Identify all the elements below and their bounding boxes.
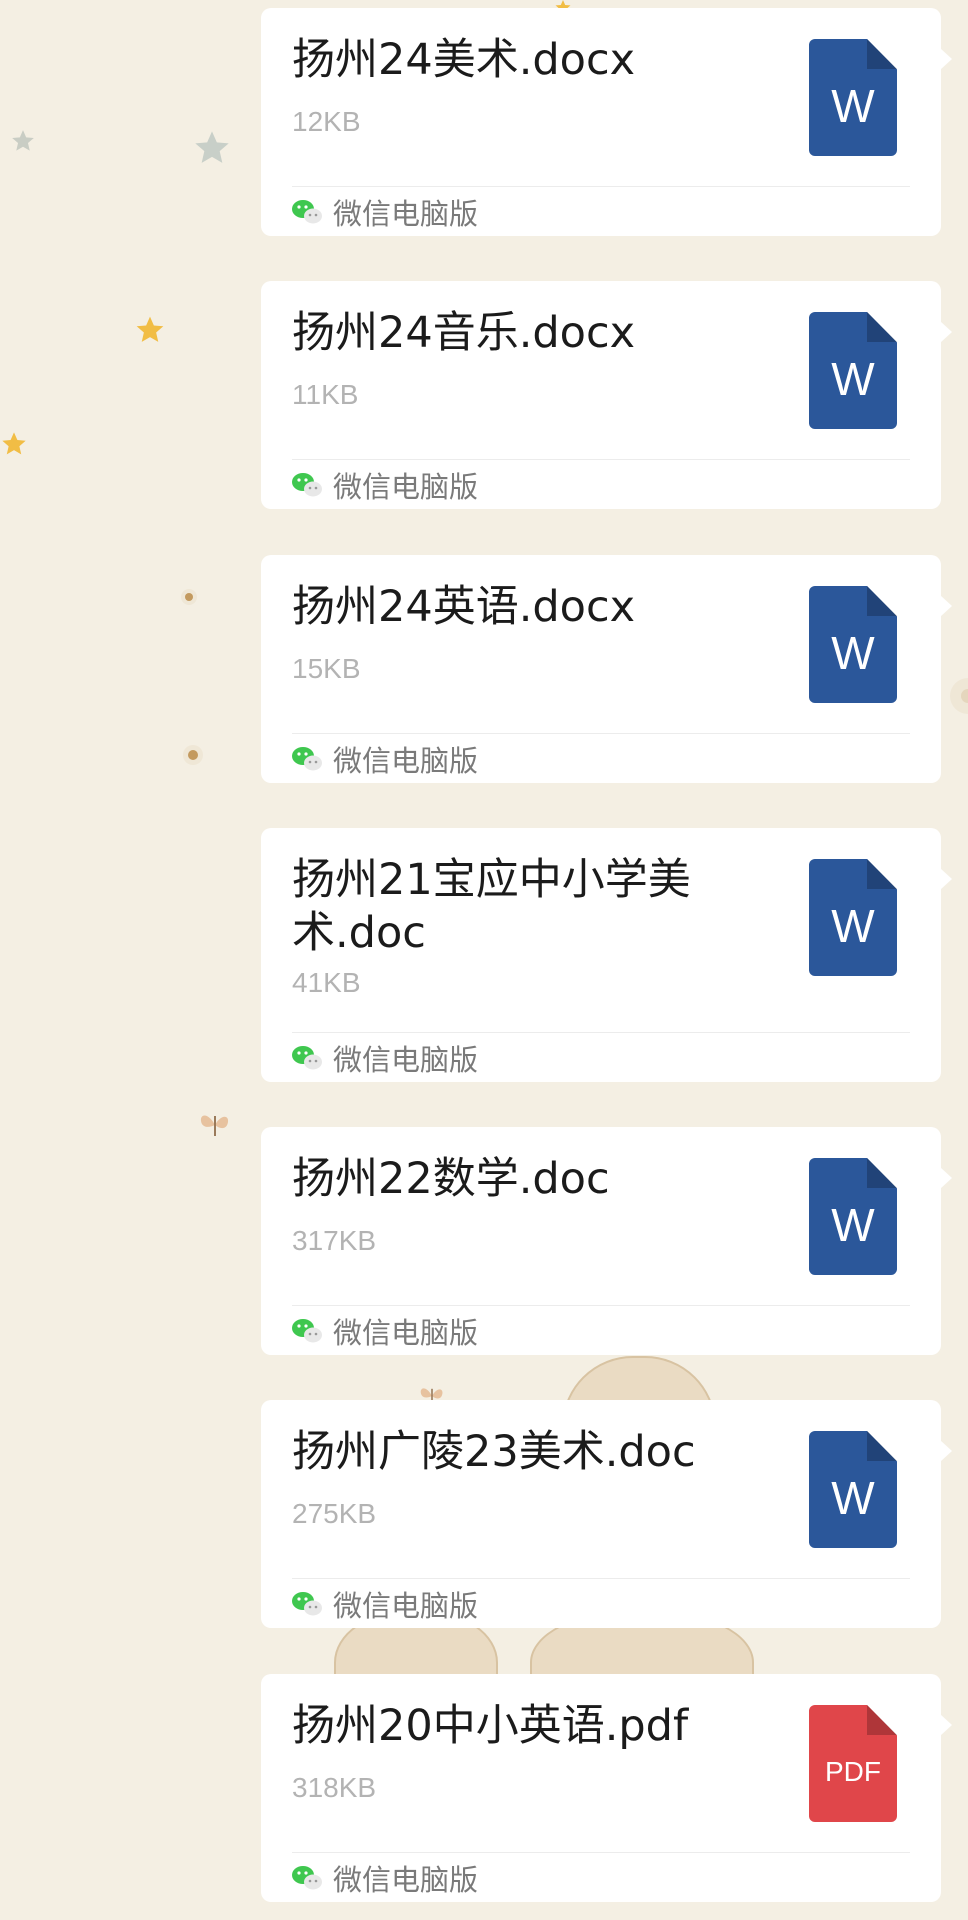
file-message-bubble[interactable]: 扬州20中小英语.pdf 318KB PDF 微信电脑版: [261, 1674, 952, 1902]
file-name: 扬州21宝应中小学美术.doc: [292, 855, 691, 958]
divider: [292, 733, 910, 734]
file-name: 扬州22数学.doc: [292, 1154, 610, 1204]
file-size: 317KB: [292, 1225, 377, 1256]
wechat-icon: [291, 1864, 323, 1892]
pdf-document-icon: PDF: [809, 1705, 897, 1822]
icon-label: W: [831, 1472, 875, 1524]
word-document-icon: W: [809, 1431, 897, 1548]
icon-label: W: [831, 900, 875, 952]
divider: [292, 186, 910, 187]
icon-label: W: [831, 1199, 875, 1251]
file-name: 扬州24英语.docx: [292, 582, 636, 632]
flower-icon: [180, 588, 198, 606]
wechat-icon: [291, 1044, 323, 1072]
file-size: 15KB: [292, 653, 361, 684]
file-name: 扬州24美术.docx: [292, 35, 636, 85]
icon-label: W: [831, 353, 875, 405]
file-size: 12KB: [292, 106, 361, 137]
source-label: 微信电脑版: [333, 1043, 479, 1077]
source-label: 微信电脑版: [333, 470, 479, 504]
file-size: 318KB: [292, 1772, 377, 1803]
file-message-bubble[interactable]: 扬州24美术.docx 12KB W 微信电脑版: [261, 8, 952, 236]
source-label: 微信电脑版: [333, 197, 479, 231]
wechat-icon: [291, 198, 323, 226]
source-label: 微信电脑版: [333, 744, 479, 778]
star-icon: [0, 428, 28, 460]
source-label: 微信电脑版: [333, 1863, 479, 1897]
wechat-icon: [291, 1590, 323, 1618]
file-message-bubble[interactable]: 扬州广陵23美术.doc 275KB W 微信电脑版: [261, 1400, 952, 1628]
source-label: 微信电脑版: [333, 1316, 479, 1350]
word-document-icon: W: [809, 859, 897, 976]
star-icon: [192, 128, 232, 168]
star-icon: [134, 314, 166, 346]
flower-icon: [948, 676, 968, 716]
file-message-bubble[interactable]: 扬州21宝应中小学美术.doc 41KB W 微信电脑版: [261, 828, 952, 1082]
wechat-icon: [291, 1317, 323, 1345]
file-message-bubble[interactable]: 扬州24音乐.docx 11KB W 微信电脑版: [261, 281, 952, 509]
file-name: 扬州广陵23美术.doc: [292, 1427, 696, 1477]
icon-label: W: [831, 80, 875, 132]
icon-label: PDF: [825, 1756, 881, 1787]
file-name: 扬州24音乐.docx: [292, 308, 636, 358]
divider: [292, 1032, 910, 1033]
divider: [292, 1305, 910, 1306]
butterfly-icon: [198, 1110, 232, 1140]
divider: [292, 1852, 910, 1853]
word-document-icon: W: [809, 312, 897, 429]
wechat-icon: [291, 471, 323, 499]
source-label: 微信电脑版: [333, 1589, 479, 1623]
flower-icon: [182, 744, 204, 766]
word-document-icon: W: [809, 1158, 897, 1275]
file-size: 275KB: [292, 1498, 377, 1529]
star-icon: [10, 128, 36, 154]
divider: [292, 459, 910, 460]
file-name: 扬州20中小英语.pdf: [292, 1701, 689, 1751]
word-document-icon: W: [809, 586, 897, 703]
wechat-icon: [291, 745, 323, 773]
divider: [292, 1578, 910, 1579]
file-message-bubble[interactable]: 扬州24英语.docx 15KB W 微信电脑版: [261, 555, 952, 783]
file-size: 11KB: [292, 379, 359, 410]
file-size: 41KB: [292, 967, 361, 998]
file-message-bubble[interactable]: 扬州22数学.doc 317KB W 微信电脑版: [261, 1127, 952, 1355]
word-document-icon: W: [809, 39, 897, 156]
icon-label: W: [831, 627, 875, 679]
